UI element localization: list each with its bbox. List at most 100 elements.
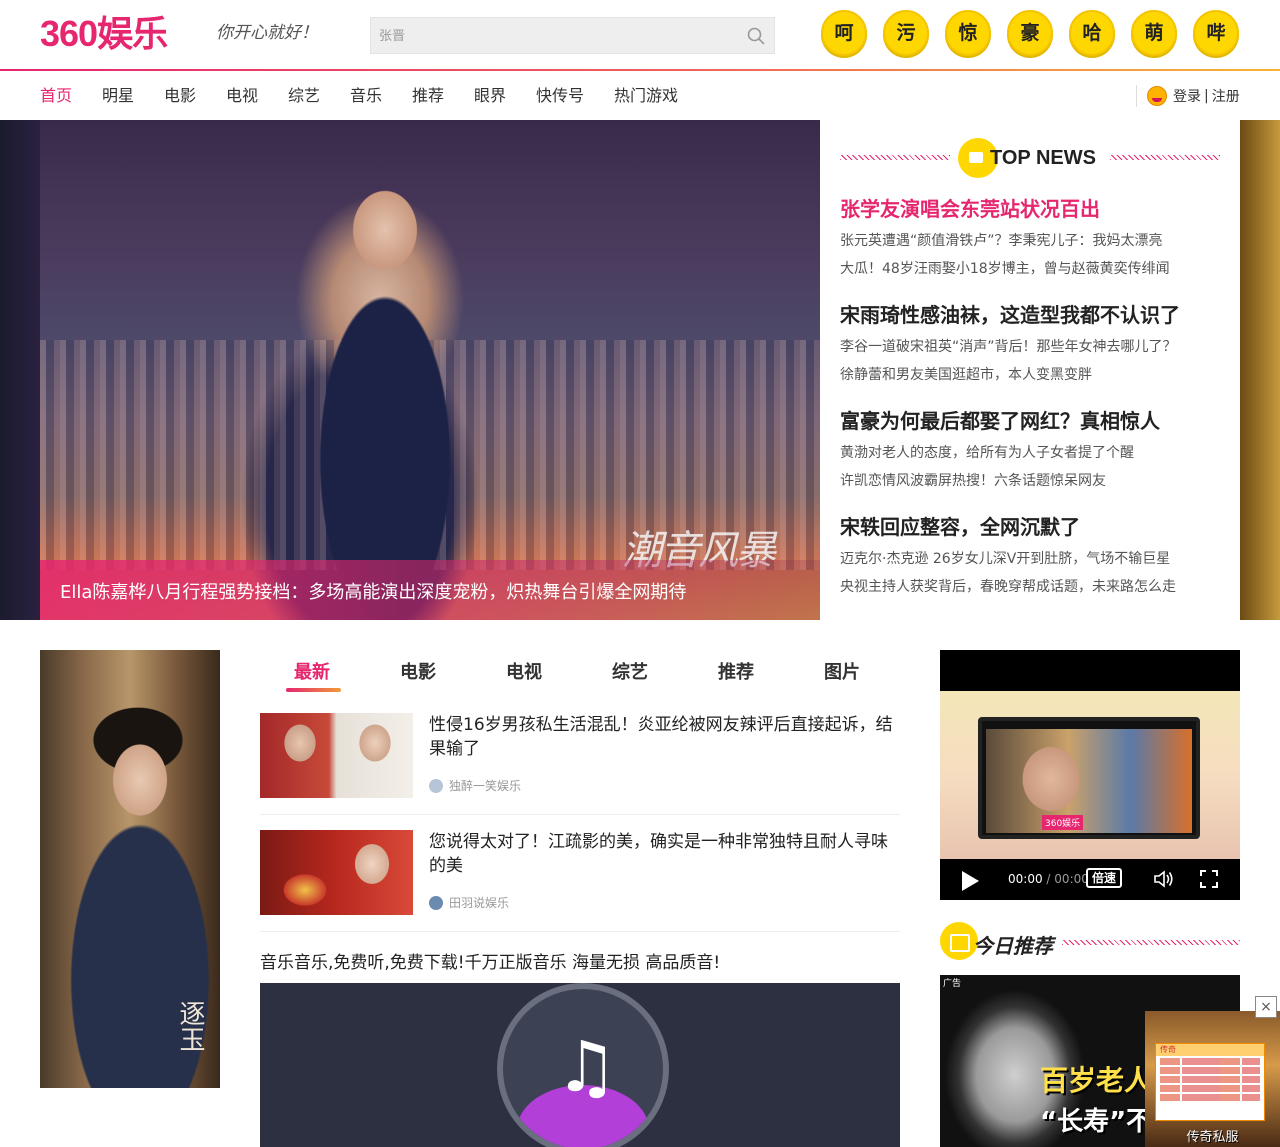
top-news-sub[interactable]: 李谷一道破宋祖英“消声”背后！那些年女神去哪儿了？ <box>840 333 1220 361</box>
video-time-current: 00:00 <box>1008 872 1043 886</box>
top-news-sub[interactable]: 迈克尔·杰克逊 26岁女儿深V开到肚脐，气场不输巨星 <box>840 545 1220 573</box>
emoji-tag-he[interactable]: 呵 <box>821 10 867 56</box>
nav-item-music[interactable]: 音乐 <box>350 86 382 106</box>
register-link[interactable]: 注册 <box>1212 86 1240 106</box>
top-news-sub[interactable]: 大瓜！48岁汪雨娶小18岁博主，曾与赵薇黄奕传绯闻 <box>840 255 1220 283</box>
music-ad-banner[interactable]: ♫ <box>260 983 900 1147</box>
drama-poster[interactable]: 逐玉 <box>40 650 220 1088</box>
top-news-header: TOP NEWS <box>840 138 1220 178</box>
nav-item-stars[interactable]: 明星 <box>102 86 134 106</box>
list-item: 您说得太对了！江疏影的美，确实是一种非常独特且耐人寻味的美 田羽说娱乐 <box>260 830 900 932</box>
top-news-rule-right <box>1110 155 1220 160</box>
user-divider: | <box>1204 88 1209 104</box>
tab-pictures[interactable]: 图片 <box>824 658 860 684</box>
top-news-block: 富豪为何最后都娶了网红？真相惊人 黄渤对老人的态度，给所有为人子女者提了个醒 许… <box>840 407 1220 495</box>
game-ad-line <box>1160 1094 1260 1101</box>
search-input[interactable] <box>379 25 729 47</box>
search-icon[interactable] <box>746 26 766 46</box>
news-title[interactable]: 您说得太对了！江疏影的美，确实是一种非常独特且耐人寻味的美 <box>429 830 899 878</box>
play-icon[interactable] <box>962 871 979 891</box>
ad-title[interactable]: 音乐音乐,免费听,免费下载!千万正版音乐 海量无损 高品质音! <box>260 948 720 973</box>
main-nav: 首页 明星 电影 电视 综艺 音乐 推荐 眼界 快传号 热门游戏 登录 | 注册 <box>0 71 1280 120</box>
top-news-block: 张学友演唱会东莞站状况百出 张元英遭遇“颜值滑铁卢”？李秉宪儿子：我妈太漂亮 大… <box>840 195 1220 283</box>
game-ad-line <box>1160 1067 1260 1074</box>
video-thumbnail: 360娱乐 <box>986 729 1192 833</box>
news-source[interactable]: 独醉一笑娱乐 <box>449 777 521 794</box>
close-icon[interactable]: × <box>1255 996 1277 1018</box>
top-news-headline[interactable]: 张学友演唱会东莞站状况百出 <box>840 195 1220 223</box>
top-news-headline[interactable]: 宋雨琦性感油袜，这造型我都不认识了 <box>840 301 1220 329</box>
nav-item-recommend[interactable]: 推荐 <box>412 86 444 106</box>
video-frame: 360娱乐 <box>940 691 1240 859</box>
content-tabs: 最新 电影 电视 综艺 推荐 图片 <box>260 650 900 694</box>
nav-item-movies[interactable]: 电影 <box>164 86 196 106</box>
top-news-panel: TOP NEWS 张学友演唱会东莞站状况百出 张元英遭遇“颜值滑铁卢”？李秉宪儿… <box>820 120 1240 620</box>
news-thumbnail[interactable] <box>260 830 413 915</box>
site-logo[interactable]: 360娱乐 <box>40 12 168 56</box>
news-meta: 独醉一笑娱乐 <box>429 777 521 794</box>
top-news-sub[interactable]: 黄渤对老人的态度，给所有为人子女者提了个醒 <box>840 439 1220 467</box>
volume-icon[interactable] <box>1154 870 1174 888</box>
top-news-headline[interactable]: 宋轶回应整容，全网沉默了 <box>840 513 1220 541</box>
news-thumbnail[interactable] <box>260 713 413 798</box>
emoji-tag-meng[interactable]: 萌 <box>1131 10 1177 56</box>
header: 360娱乐 你开心就好！ 呵 污 惊 豪 哈 萌 哔 <box>0 0 1280 70</box>
news-source[interactable]: 田羽说娱乐 <box>449 894 509 911</box>
video-badge: 360娱乐 <box>1042 815 1084 830</box>
nav-item-vision[interactable]: 眼界 <box>474 86 506 106</box>
video-player[interactable]: 360娱乐 00:00 / 00:00 倍速 <box>940 650 1240 900</box>
hero-carousel[interactable]: 潮音风暴 Ella陈嘉桦八月行程强势接档：多场高能演出深度宠粉，炽热舞台引爆全网… <box>40 120 820 620</box>
user-face-icon <box>1147 86 1167 106</box>
list-item: 性侵16岁男孩私生活混乱！炎亚纶被网友辣评后直接起诉，结果输了 独醉一笑娱乐 <box>260 713 900 815</box>
emoji-tag-wu[interactable]: 污 <box>883 10 929 56</box>
user-area: 登录 | 注册 <box>1136 85 1240 107</box>
game-ad-line <box>1160 1076 1260 1083</box>
video-time: 00:00 / 00:00 <box>1008 872 1089 886</box>
tab-variety[interactable]: 综艺 <box>612 658 648 684</box>
emoji-tag-bi[interactable]: 哔 <box>1193 10 1239 56</box>
top-news-headline[interactable]: 富豪为何最后都娶了网红？真相惊人 <box>840 407 1220 435</box>
top-news-sub[interactable]: 许凯恋情风波霸屏热搜！六条话题惊呆网友 <box>840 467 1220 495</box>
music-disc-icon: ♫ <box>497 983 669 1147</box>
game-ad-label: 传奇私服 <box>1186 1130 1239 1145</box>
nav-item-hot-games[interactable]: 热门游戏 <box>614 86 678 106</box>
top-news-title: TOP NEWS <box>990 147 1096 169</box>
emoji-tag-hao[interactable]: 豪 <box>1007 10 1053 56</box>
ad-label: 广告 <box>943 979 962 989</box>
today-recommend-title: 今日推荐 <box>973 934 1053 958</box>
poster-caption: 逐玉 <box>175 1000 205 1052</box>
nav-item-variety[interactable]: 综艺 <box>288 86 320 106</box>
emoji-tag-bar: 呵 污 惊 豪 哈 萌 哔 <box>821 10 1241 58</box>
game-ad-window-title: 传奇 <box>1156 1044 1264 1056</box>
floating-game-ad[interactable]: 传奇 传奇私服 <box>1145 1011 1280 1147</box>
nav-item-kuaichuanhao[interactable]: 快传号 <box>536 86 584 106</box>
top-news-block: 宋雨琦性感油袜，这造型我都不认识了 李谷一道破宋祖英“消声”背后！那些年女神去哪… <box>840 301 1220 389</box>
video-controls: 00:00 / 00:00 倍速 <box>940 859 1240 900</box>
playback-speed-button[interactable]: 倍速 <box>1086 868 1123 888</box>
emoji-tag-ha[interactable]: 哈 <box>1069 10 1115 56</box>
tab-latest[interactable]: 最新 <box>294 658 330 684</box>
nav-item-tv[interactable]: 电视 <box>226 86 258 106</box>
tab-movies[interactable]: 电影 <box>400 658 436 684</box>
today-recommend-header: 今日推荐 <box>940 922 1240 962</box>
emoji-tag-jing[interactable]: 惊 <box>945 10 991 56</box>
hero-singer-image <box>290 160 480 620</box>
top-news-block: 宋轶回应整容，全网沉默了 迈克尔·杰克逊 26岁女儿深V开到肚脐，气场不输巨星 … <box>840 513 1220 601</box>
search-box <box>370 17 775 54</box>
hero-caption[interactable]: Ella陈嘉桦八月行程强势接档：多场高能演出深度宠粉，炽热舞台引爆全网期待 <box>60 578 686 604</box>
news-meta: 田羽说娱乐 <box>429 894 509 911</box>
nav-item-home[interactable]: 首页 <box>40 86 72 106</box>
tab-tv[interactable]: 电视 <box>506 658 542 684</box>
login-link[interactable]: 登录 <box>1173 86 1201 106</box>
game-ad-window: 传奇 <box>1155 1043 1265 1121</box>
news-title[interactable]: 性侵16岁男孩私生活混乱！炎亚纶被网友辣评后直接起诉，结果输了 <box>429 713 899 761</box>
tab-active-indicator <box>286 688 341 692</box>
top-news-sub[interactable]: 张元英遭遇“颜值滑铁卢”？李秉宪儿子：我妈太漂亮 <box>840 227 1220 255</box>
tab-recommend[interactable]: 推荐 <box>718 658 754 684</box>
site-slogan: 你开心就好！ <box>216 23 318 43</box>
top-news-sub[interactable]: 央视主持人获奖背后，春晚穿帮成话题，未来路怎么走 <box>840 573 1220 601</box>
top-news-sub[interactable]: 徐静蕾和男友美国逛超市，本人变黑变胖 <box>840 361 1220 389</box>
fullscreen-icon[interactable] <box>1200 870 1218 888</box>
video-time-total: 00:00 <box>1054 872 1089 886</box>
top-news-rule-left <box>840 155 950 160</box>
